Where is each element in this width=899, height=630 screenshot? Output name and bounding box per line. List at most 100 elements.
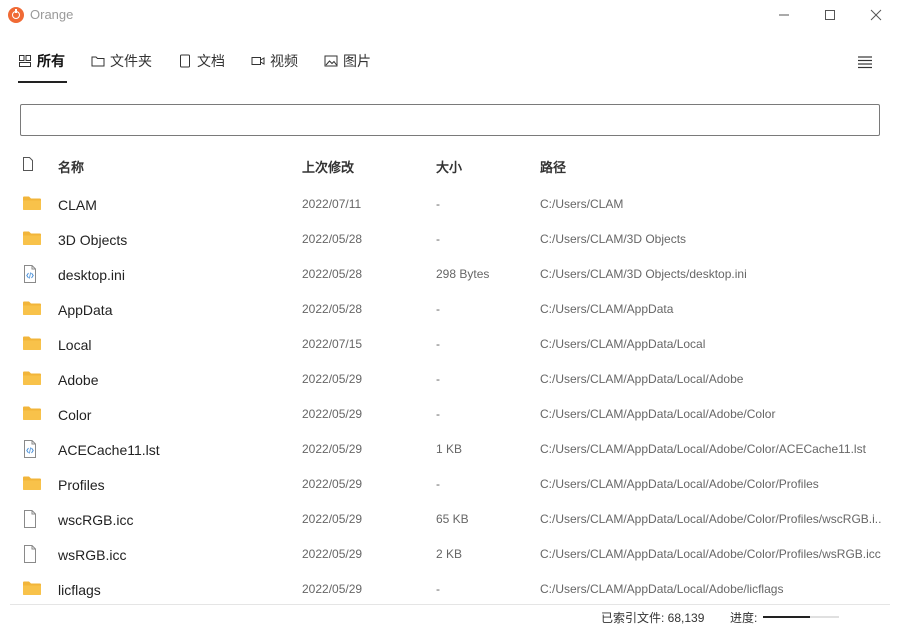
table-row[interactable]: 3D Objects 2022/05/28 - C:/Users/CLAM/3D Ob… [0, 222, 899, 257]
file-size: 65 KB [436, 512, 469, 526]
search-box[interactable] [20, 104, 880, 136]
file-path: C:/Users/CLAM/AppData/Local/Adobe/Color [540, 407, 776, 421]
file-name: Adobe [58, 372, 99, 388]
table-row[interactable]: desktop.ini 2022/05/28 298 Bytes C:/Users/C… [0, 257, 899, 292]
header-name[interactable]: 名称 [58, 157, 84, 176]
minimize-button[interactable] [761, 0, 807, 30]
table-row[interactable]: licflags 2022/05/29 - C:/Users/CLAM/AppData… [0, 572, 899, 607]
maximize-icon [825, 10, 835, 20]
indexed-count: 已索引文件: 68,139 [601, 611, 705, 625]
orange-logo-icon [8, 7, 24, 23]
file-path: C:/Users/CLAM/3D Objects/desktop.ini [540, 267, 747, 281]
file-path: C:/Users/CLAM/AppData/Local/Adobe/Color/… [540, 547, 881, 561]
file-path: C:/Users/CLAM/AppData/Local/Adobe/licfla… [540, 582, 784, 596]
file-path: C:/Users/CLAM/AppData/Local/Adobe/Color/… [540, 512, 882, 526]
menu-button[interactable] [857, 55, 873, 69]
file-name: wsRGB.icc [58, 547, 127, 563]
table-row[interactable]: ACECache11.lst 2022/05/29 1 KB C:/Users/CLA… [0, 432, 899, 467]
tab-all[interactable]: 所有 [18, 50, 67, 83]
file-icon [22, 545, 38, 568]
video-icon [251, 57, 265, 65]
folder-icon [22, 335, 42, 356]
table-row[interactable]: wscRGB.icc 2022/05/29 65 KB C:/Users/CLAM/A… [0, 502, 899, 537]
file-modified: 2022/05/29 [302, 582, 363, 596]
folder-icon [22, 580, 42, 601]
file-size: - [436, 197, 440, 211]
file-modified: 2022/05/28 [302, 232, 363, 246]
file-size: - [436, 582, 440, 596]
file-size: - [436, 407, 440, 421]
tab-video[interactable]: 视频 [251, 50, 298, 72]
file-path: C:/Users/CLAM/AppData/Local/Adobe [540, 372, 744, 386]
maximize-button[interactable] [807, 0, 853, 30]
title-bar: Orange [0, 0, 899, 30]
file-modified: 2022/05/28 [302, 267, 363, 281]
file-name: desktop.ini [58, 267, 125, 283]
hamburger-menu-icon [858, 56, 872, 69]
close-icon [870, 9, 882, 21]
file-path: C:/Users/CLAM/AppData/Local/Adobe/Color/… [540, 477, 819, 491]
file-path: C:/Users/CLAM/AppData [540, 302, 674, 316]
close-button[interactable] [853, 0, 899, 30]
tab-label: 所有 [37, 53, 65, 69]
file-name: licflags [58, 582, 101, 598]
file-modified: 2022/07/15 [302, 337, 363, 351]
file-name: Local [58, 337, 92, 353]
folder-icon [22, 300, 42, 321]
document-icon [180, 54, 190, 68]
table-row[interactable]: Adobe 2022/05/29 - C:/Users/CLAM/AppData/Lo… [0, 362, 899, 397]
table-row[interactable]: AppData 2022/05/28 - C:/Users/CLAM/AppData [0, 292, 899, 327]
folder-icon [22, 195, 42, 216]
file-name: wscRGB.icc [58, 512, 134, 528]
file-list: CLAM 2022/07/11 - C:/Users/CLAM 3D Objects 20… [0, 187, 899, 607]
folder-icon [22, 370, 42, 391]
header-path[interactable]: 路径 [540, 157, 882, 176]
tab-label: 文档 [197, 53, 225, 69]
app-title: Orange [30, 7, 74, 22]
table-row[interactable]: wsRGB.icc 2022/05/29 2 KB C:/Users/CLAM/App… [0, 537, 899, 572]
file-size: 2 KB [436, 547, 463, 561]
table-row[interactable]: Local 2022/07/15 - C:/Users/CLAM/AppData/Lo… [0, 327, 899, 362]
file-name: 3D Objects [58, 232, 128, 248]
file-size: - [436, 232, 440, 246]
file-icon [22, 510, 38, 533]
folder-icon [22, 475, 42, 496]
tab-document[interactable]: 文档 [178, 50, 225, 72]
progress-fill [763, 616, 811, 618]
header-modified[interactable]: 上次修改 [302, 157, 354, 176]
tab-folder[interactable]: 文件夹 [91, 50, 152, 72]
file-modified: 2022/05/29 [302, 407, 363, 421]
file-path: C:/Users/CLAM/AppData/Local [540, 337, 706, 351]
file-modified: 2022/05/29 [302, 477, 363, 491]
file-path: C:/Users/CLAM [540, 197, 624, 211]
file-size: 1 KB [436, 442, 463, 456]
file-size: - [436, 302, 440, 316]
status-divider [10, 604, 890, 605]
file-path: C:/Users/CLAM/3D Objects [540, 232, 687, 246]
all-icon [19, 55, 31, 67]
header-size[interactable]: 大小 [436, 157, 462, 176]
file-name: CLAM [58, 197, 97, 213]
file-size: - [436, 477, 440, 491]
file-type-header-icon [22, 157, 34, 174]
file-modified: 2022/05/29 [302, 442, 363, 456]
tab-label: 文件夹 [110, 53, 152, 69]
table-row[interactable]: Color 2022/05/29 - C:/Users/CLAM/AppData/Lo… [0, 397, 899, 432]
file-name: Profiles [58, 477, 105, 493]
file-size: - [436, 337, 440, 351]
table-header: 名称 上次修改 大小 路径 [0, 157, 899, 179]
file-name: ACECache11.lst [58, 442, 160, 458]
code-file-icon [22, 440, 38, 463]
file-modified: 2022/07/11 [302, 197, 362, 211]
file-modified: 2022/05/29 [302, 372, 363, 386]
file-name: Color [58, 407, 92, 423]
tab-image[interactable]: 图片 [324, 50, 371, 72]
search-input[interactable] [21, 105, 879, 135]
table-row[interactable]: CLAM 2022/07/11 - C:/Users/CLAM [0, 187, 899, 222]
progress-bar [763, 616, 839, 618]
category-tabs: 所有 文件夹 文档 视频 图片 [18, 50, 397, 84]
table-row[interactable]: Profiles 2022/05/29 - C:/Users/CLAM/AppData… [0, 467, 899, 502]
image-icon [324, 55, 338, 67]
file-modified: 2022/05/29 [302, 512, 363, 526]
file-modified: 2022/05/28 [302, 302, 363, 316]
